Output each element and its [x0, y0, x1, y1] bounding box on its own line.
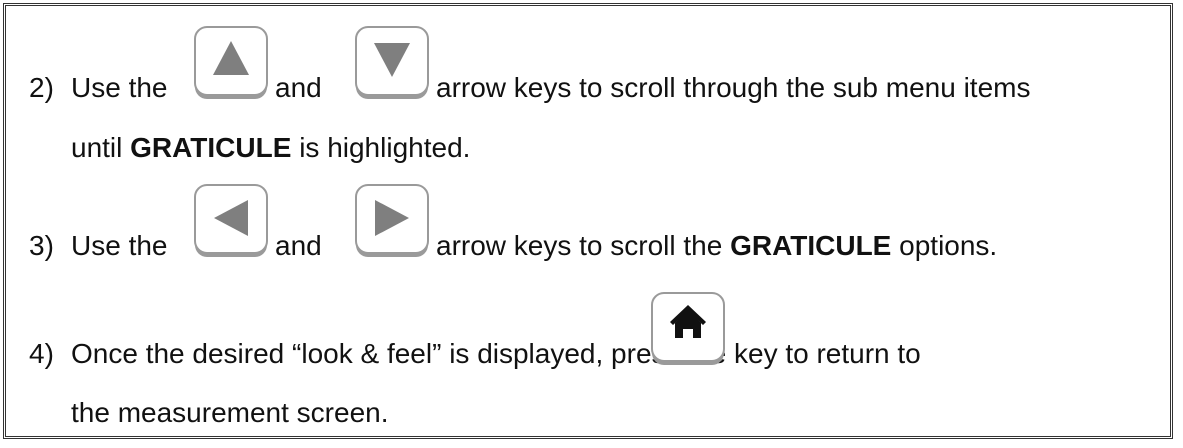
step-2-number: 2): [29, 72, 54, 103]
step-2-cont-before: until: [71, 132, 123, 163]
step-3-text: arrow keys to scroll the GRATICULE optio…: [436, 230, 997, 262]
step-2-cont-after: is highlighted.: [299, 132, 471, 163]
right-arrow-icon: [375, 200, 409, 236]
step-2-text-after: arrow keys to scroll through the sub men…: [436, 72, 1031, 103]
step-4-number: 4): [29, 338, 54, 369]
left-arrow-icon: [214, 200, 248, 236]
step-4-text-before: Once the desired “look & feel” is displa…: [71, 338, 727, 369]
step-3-number: 3): [29, 230, 54, 261]
step-3-text-after-end: options.: [899, 230, 998, 261]
step-2-text-and: and: [275, 72, 322, 103]
left-arrow-key[interactable]: [194, 184, 268, 254]
home-icon: [670, 305, 706, 338]
step-3-text-bold: GRATICULE: [730, 230, 892, 261]
step-3-text-and: and: [275, 230, 322, 261]
up-arrow-key[interactable]: [194, 26, 268, 96]
step-4-continuation: the measurement screen.: [71, 397, 389, 428]
step-2-text-use-the: Use the: [71, 72, 168, 103]
down-arrow-icon: [374, 43, 410, 77]
step-3-text-use-the: Use the: [71, 230, 168, 261]
home-key[interactable]: [651, 292, 725, 362]
step-4-text-after: key to return to: [734, 338, 921, 369]
step-2-continuation: until GRATICULE is highlighted.: [71, 132, 470, 164]
down-arrow-key[interactable]: [355, 26, 429, 96]
up-arrow-icon: [213, 41, 249, 75]
step-3-text-after-before: arrow keys to scroll the: [436, 230, 723, 261]
step-2-cont-bold: GRATICULE: [130, 132, 292, 163]
instruction-box: [3, 3, 1173, 439]
right-arrow-key[interactable]: [355, 184, 429, 254]
